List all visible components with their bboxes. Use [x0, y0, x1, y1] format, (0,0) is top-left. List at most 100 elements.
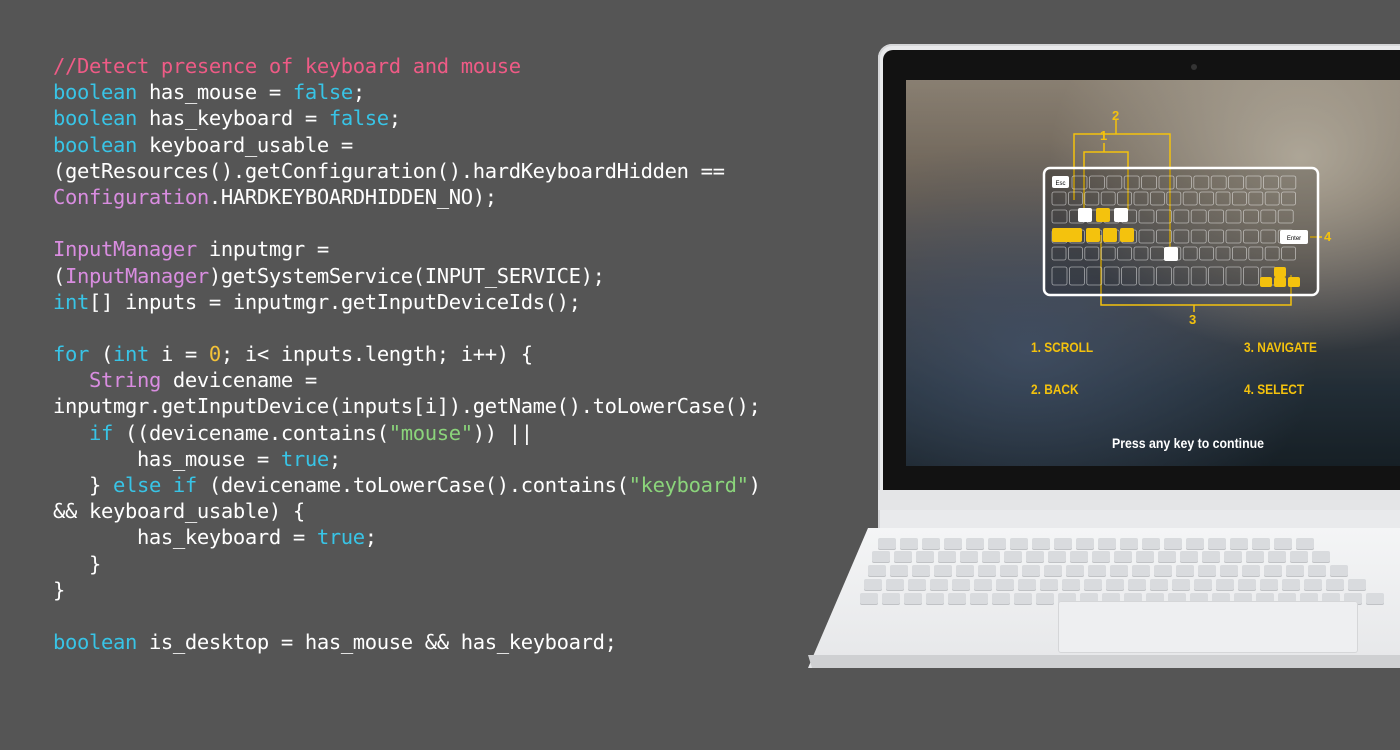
laptop-key[interactable] — [1054, 538, 1072, 549]
laptop-key[interactable] — [960, 551, 978, 562]
laptop-key[interactable] — [1004, 551, 1022, 562]
laptop-key[interactable] — [1194, 579, 1212, 590]
laptop-key[interactable] — [1176, 565, 1194, 576]
laptop-key[interactable] — [912, 565, 930, 576]
laptop-key[interactable] — [904, 593, 922, 604]
laptop-key[interactable] — [1142, 538, 1160, 549]
laptop-key[interactable] — [1164, 538, 1182, 549]
laptop-key[interactable] — [864, 579, 882, 590]
laptop-key[interactable] — [1246, 551, 1264, 562]
laptop-key[interactable] — [878, 538, 896, 549]
laptop-key[interactable] — [930, 579, 948, 590]
laptop-key[interactable] — [916, 551, 934, 562]
laptop-key[interactable] — [1150, 579, 1168, 590]
laptop-key[interactable] — [1088, 565, 1106, 576]
laptop-key[interactable] — [982, 551, 1000, 562]
laptop-key[interactable] — [1010, 538, 1028, 549]
laptop-key[interactable] — [882, 593, 900, 604]
laptop-key[interactable] — [1208, 538, 1226, 549]
laptop-key[interactable] — [1110, 565, 1128, 576]
laptop-key[interactable] — [1022, 565, 1040, 576]
laptop-key[interactable] — [948, 593, 966, 604]
laptop-key[interactable] — [952, 579, 970, 590]
laptop-key[interactable] — [1312, 551, 1330, 562]
laptop-key[interactable] — [908, 579, 926, 590]
laptop-key-row — [872, 551, 1330, 562]
hint-back: 2. BACK — [1031, 381, 1079, 397]
laptop-key[interactable] — [988, 538, 1006, 549]
laptop-key[interactable] — [1032, 538, 1050, 549]
laptop-key[interactable] — [934, 565, 952, 576]
laptop-key[interactable] — [1000, 565, 1018, 576]
laptop-key[interactable] — [1268, 551, 1286, 562]
laptop-key[interactable] — [938, 551, 956, 562]
laptop-key[interactable] — [1076, 538, 1094, 549]
laptop-key[interactable] — [1044, 565, 1062, 576]
laptop-key[interactable] — [1296, 538, 1314, 549]
laptop-key[interactable] — [860, 593, 878, 604]
laptop-key[interactable] — [890, 565, 908, 576]
laptop-key[interactable] — [922, 538, 940, 549]
laptop-key[interactable] — [1084, 579, 1102, 590]
laptop-key[interactable] — [894, 551, 912, 562]
laptop-key[interactable] — [1018, 579, 1036, 590]
laptop-key[interactable] — [1274, 538, 1292, 549]
laptop-key[interactable] — [966, 538, 984, 549]
laptop-key[interactable] — [1136, 551, 1154, 562]
laptop-key[interactable] — [1180, 551, 1198, 562]
laptop-key[interactable] — [1290, 551, 1308, 562]
laptop-key[interactable] — [1348, 579, 1366, 590]
touchpad[interactable] — [1058, 601, 1358, 653]
laptop-key[interactable] — [872, 551, 890, 562]
laptop-key[interactable] — [1154, 565, 1172, 576]
laptop-key[interactable] — [1066, 565, 1084, 576]
laptop-key[interactable] — [1026, 551, 1044, 562]
laptop-key[interactable] — [1128, 579, 1146, 590]
laptop-key[interactable] — [944, 538, 962, 549]
laptop-key[interactable] — [926, 593, 944, 604]
laptop-key[interactable] — [1202, 551, 1220, 562]
laptop-key[interactable] — [1282, 579, 1300, 590]
laptop-key[interactable] — [1132, 565, 1150, 576]
laptop-key[interactable] — [1304, 579, 1322, 590]
press-any-key-prompt[interactable]: Press any key to continue — [1112, 435, 1264, 451]
laptop-key[interactable] — [1216, 579, 1234, 590]
laptop-key[interactable] — [974, 579, 992, 590]
laptop-key[interactable] — [1092, 551, 1110, 562]
laptop-key[interactable] — [1158, 551, 1176, 562]
laptop-key[interactable] — [1230, 538, 1248, 549]
laptop-key[interactable] — [970, 593, 988, 604]
laptop-key[interactable] — [1048, 551, 1066, 562]
laptop-key[interactable] — [886, 579, 904, 590]
laptop-key[interactable] — [996, 579, 1014, 590]
laptop-key[interactable] — [1040, 579, 1058, 590]
laptop-key[interactable] — [1114, 551, 1132, 562]
laptop-key[interactable] — [1220, 565, 1238, 576]
laptop-key[interactable] — [1036, 593, 1054, 604]
laptop-key[interactable] — [1186, 538, 1204, 549]
laptop-key[interactable] — [992, 593, 1010, 604]
laptop-key[interactable] — [1326, 579, 1344, 590]
laptop-key[interactable] — [900, 538, 918, 549]
laptop-key[interactable] — [1366, 593, 1384, 604]
laptop-key[interactable] — [1260, 579, 1278, 590]
laptop-key[interactable] — [1224, 551, 1242, 562]
laptop-key[interactable] — [1014, 593, 1032, 604]
laptop-key[interactable] — [1330, 565, 1348, 576]
laptop-key[interactable] — [1120, 538, 1138, 549]
laptop-key[interactable] — [1286, 565, 1304, 576]
laptop-key[interactable] — [1308, 565, 1326, 576]
laptop-key[interactable] — [1070, 551, 1088, 562]
laptop-key[interactable] — [1062, 579, 1080, 590]
laptop-key[interactable] — [1172, 579, 1190, 590]
laptop-key[interactable] — [956, 565, 974, 576]
laptop-key[interactable] — [1106, 579, 1124, 590]
laptop-key[interactable] — [868, 565, 886, 576]
laptop-key[interactable] — [1264, 565, 1282, 576]
laptop-key[interactable] — [1242, 565, 1260, 576]
laptop-key[interactable] — [1238, 579, 1256, 590]
laptop-key[interactable] — [1198, 565, 1216, 576]
laptop-key[interactable] — [978, 565, 996, 576]
laptop-key[interactable] — [1098, 538, 1116, 549]
laptop-key[interactable] — [1252, 538, 1270, 549]
